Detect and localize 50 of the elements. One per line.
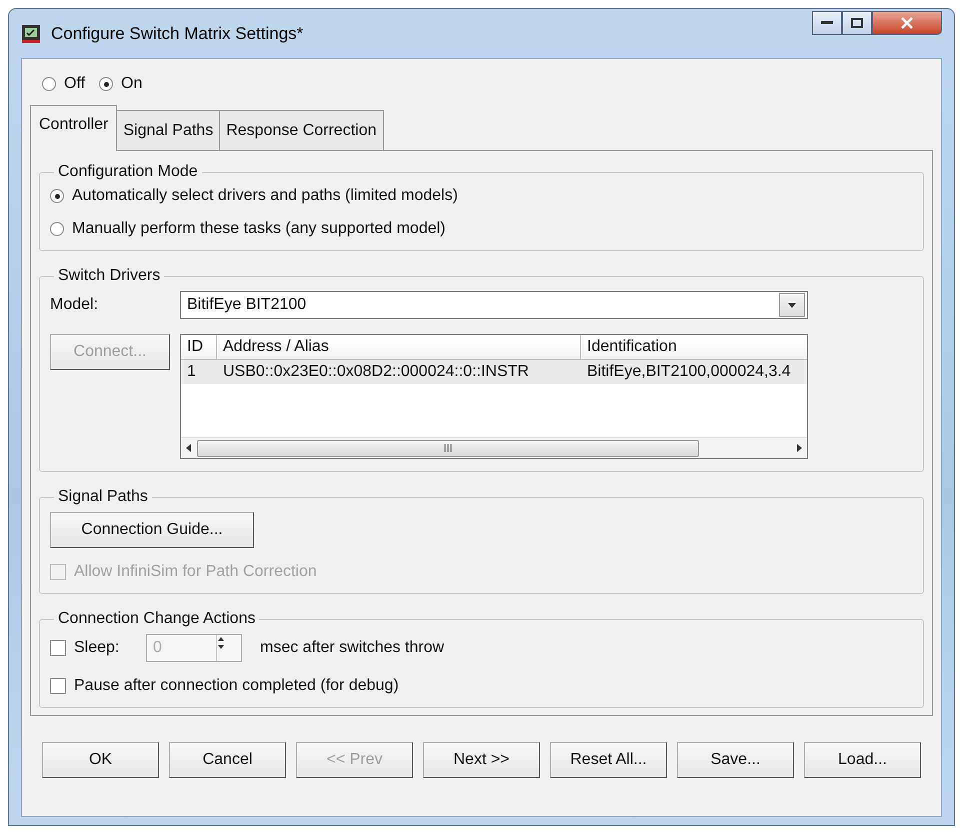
field-label: Model: xyxy=(50,296,100,314)
dialog-button[interactable]: OK xyxy=(42,742,159,778)
close-icon xyxy=(900,17,914,29)
window-title: Configure Switch Matrix Settings* xyxy=(51,24,304,44)
horizontal-scrollbar[interactable] xyxy=(181,437,807,458)
dialog-button[interactable]: Load... xyxy=(804,742,921,778)
checkbox-label: Sleep: xyxy=(74,639,120,657)
checkbox[interactable] xyxy=(50,678,66,694)
checkbox-label: Pause after connection completed (for debug) xyxy=(74,677,399,695)
maximize-button[interactable] xyxy=(842,11,872,35)
checkbox[interactable] xyxy=(50,640,66,656)
tab[interactable]: Controller xyxy=(30,105,118,151)
group-title: Switch Drivers xyxy=(57,267,162,285)
table-cell: 1 xyxy=(181,360,217,384)
app-icon xyxy=(21,24,41,44)
close-button[interactable] xyxy=(872,11,942,35)
dialog-button[interactable]: Next >> xyxy=(423,742,540,778)
dialog-button[interactable]: Save... xyxy=(677,742,794,778)
scroll-thumb[interactable] xyxy=(197,440,699,456)
radio-button[interactable] xyxy=(50,222,64,236)
radio-button[interactable] xyxy=(99,77,114,91)
minimize-icon xyxy=(821,21,833,25)
connection-guide-button[interactable]: Connection Guide... xyxy=(50,512,254,548)
radio-label: Automatically select drivers and paths (limited models) xyxy=(72,187,458,205)
minimize-button[interactable] xyxy=(812,11,842,35)
group-title: Connection Change Actions xyxy=(57,610,256,628)
radio-button[interactable] xyxy=(50,189,64,203)
radio-label: On xyxy=(121,75,142,93)
scroll-left-icon xyxy=(185,444,193,452)
field-suffix: msec after switches throw xyxy=(260,639,444,657)
scroll-right-icon xyxy=(795,444,803,452)
spin-down-icon xyxy=(217,643,225,651)
maximize-icon xyxy=(851,18,863,28)
radio-label: Off xyxy=(64,75,86,93)
dialog-button[interactable]: Reset All... xyxy=(550,742,667,778)
dialog-button[interactable]: Cancel xyxy=(169,742,286,778)
table-cell: USB0::0x23E0::0x08D2::000024::0::INSTR xyxy=(217,360,581,384)
group-title: Signal Paths xyxy=(57,488,149,506)
radio-label: Manually perform these tasks (any supported model) xyxy=(72,220,446,238)
group-title: Configuration Mode xyxy=(57,163,199,181)
checkbox-label: Allow InfiniSim for Path Correction xyxy=(74,563,317,581)
model-dropdown[interactable]: BitifEye BIT2100 xyxy=(180,291,808,319)
tab[interactable]: Response Correction xyxy=(219,110,384,151)
column-header[interactable]: Address / Alias xyxy=(217,335,581,360)
spin-up-icon xyxy=(217,635,225,643)
column-header[interactable]: ID xyxy=(181,335,217,360)
dropdown-arrow-icon xyxy=(788,301,796,309)
tab[interactable]: Signal Paths xyxy=(116,110,220,151)
table-cell: BitifEye,BIT2100,000024,3.4 xyxy=(581,360,807,384)
radio-button[interactable] xyxy=(42,77,56,91)
